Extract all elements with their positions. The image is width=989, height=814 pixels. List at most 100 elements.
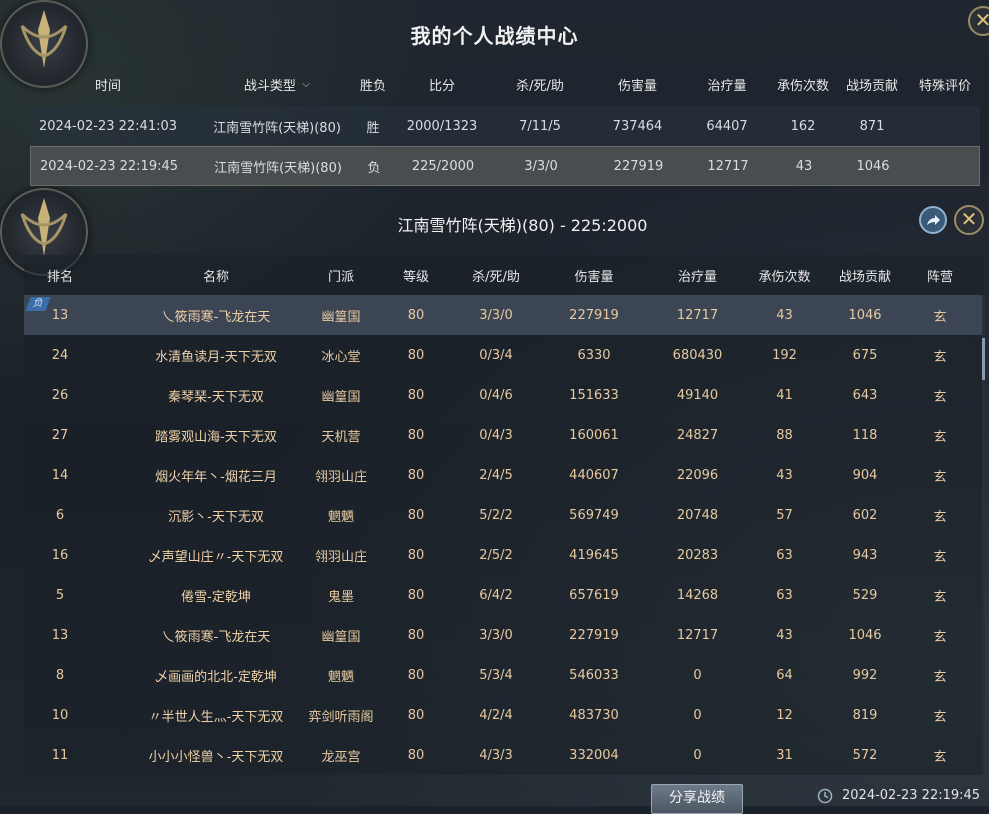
player-taken: 57 [776,507,793,523]
player-camp: 玄 [933,389,947,405]
history-row-selected[interactable]: 2024-02-23 22:19:45 江南雪竹阵(天梯)(80) 负 225/… [30,146,980,186]
player-kda: 4/3/3 [479,747,513,763]
player-contrib: 118 [852,427,878,443]
history-type: 江南雪竹阵(天梯)(80) [213,120,341,136]
player-damage: 546033 [569,667,619,683]
player-sect: 弈剑听雨阁 [308,709,374,725]
player-heal: 22096 [676,467,719,483]
player-damage: 419645 [569,547,619,563]
player-level: 80 [407,347,425,363]
player-sect: 翎羽山庄 [314,549,367,565]
history-header-time: 时间 [94,78,121,94]
player-row[interactable]: 13 乀筱雨寒-飞龙在天 幽篁国 80 3/3/0 227919 12717 4… [24,615,984,655]
player-heal: 0 [693,667,702,683]
close-icon[interactable]: ✕ [954,205,984,235]
player-kda: 4/2/4 [479,707,513,723]
player-taken: 192 [772,347,797,363]
history-time: 2024-02-23 22:19:45 [39,158,179,174]
history-damage: 737464 [612,118,663,134]
player-level: 80 [407,747,425,763]
player-damage: 227919 [569,627,619,643]
player-taken: 31 [776,747,793,763]
player-sect: 魍魉 [327,509,354,525]
detail-header-taken: 承伤次数 [758,269,811,285]
history-header-type[interactable]: 战斗类型 ⌵ [186,62,368,106]
player-row[interactable]: 8 乄画画的北北-定乾坤 魍魉 80 5/3/4 546033 0 64 992… [24,655,984,695]
player-sect: 幽篁国 [321,389,361,405]
detail-header-sect: 门派 [327,269,354,285]
player-heal: 49140 [676,387,719,403]
player-name: 乀筱雨寒-飞龙在天 [161,629,271,645]
player-row[interactable]: 27 踏雾观山海-天下无双 天机营 80 0/4/3 160061 24827 … [24,415,984,455]
player-name: 乄声望山庄〃-天下无双 [148,549,284,565]
detail-header-camp: 阵营 [926,269,953,285]
history-header-damage: 伤害量 [617,78,657,94]
player-sect: 天机营 [321,429,361,445]
player-heal: 24827 [676,427,719,443]
player-heal: 14268 [676,587,719,603]
player-rank: 8 [55,667,65,683]
history-time: 2024-02-23 22:41:03 [38,118,178,134]
player-row[interactable]: 11 小小小怪兽丶-天下无双 龙巫宫 80 4/3/3 332004 0 31 … [24,735,984,775]
player-level: 80 [407,667,425,683]
player-row[interactable]: 10 〃半世人生灬-天下无双 弈剑听雨阁 80 4/2/4 483730 0 1… [24,695,984,735]
player-taken: 43 [776,307,793,323]
history-header-eval: 特殊评价 [918,78,971,94]
detail-header-row: 排名 名称 门派 等级 杀/死/助 伤害量 治疗量 承伤次数 战场贡献 阵营 [24,255,984,295]
player-rank: 13 [51,307,69,323]
player-name: 烟火年年丶-烟花三月 [155,469,277,485]
player-row[interactable]: 14 烟火年年丶-烟花三月 翎羽山庄 80 2/4/5 440607 22096… [24,455,984,495]
history-eval [911,147,981,185]
match-detail-table: 排名 名称 门派 等级 杀/死/助 伤害量 治疗量 承伤次数 战场贡献 阵营 负… [24,255,984,775]
player-heal: 20748 [676,507,719,523]
player-taken: 64 [776,667,793,683]
player-contrib: 992 [852,667,878,683]
player-heal: 12717 [676,627,719,643]
player-heal: 0 [693,707,702,723]
player-camp: 玄 [933,669,947,685]
player-camp: 玄 [933,429,947,445]
history-header-result: 胜负 [360,78,387,94]
player-sect: 冰心堂 [321,349,361,365]
player-damage: 151633 [569,387,619,403]
clock-icon [817,788,833,804]
player-rank: 13 [51,627,69,643]
player-row[interactable]: 16 乄声望山庄〃-天下无双 翎羽山庄 80 2/5/2 419645 2028… [24,535,984,575]
player-level: 80 [407,627,425,643]
player-name: 沉影丶-天下无双 [168,509,264,525]
player-contrib: 675 [852,347,878,363]
player-row[interactable]: 26 秦琴琹-天下无双 幽篁国 80 0/4/6 151633 49140 41… [24,375,984,415]
player-rank: 6 [55,507,65,523]
player-name: 踏雾观山海-天下无双 [155,429,277,445]
player-level: 80 [407,507,425,523]
share-record-button[interactable]: 分享战绩 [651,784,743,814]
player-row[interactable]: 24 水清鱼读月-天下无双 冰心堂 80 0/3/4 6330 680430 1… [24,335,984,375]
history-heal: 64407 [706,118,748,134]
scrollbar-thumb[interactable] [982,338,985,380]
player-taken: 12 [776,707,793,723]
detail-header-kda: 杀/死/助 [472,269,520,285]
player-rank: 24 [51,347,69,363]
history-row[interactable]: 2024-02-23 22:41:03 江南雪竹阵(天梯)(80) 胜 2000… [30,106,980,146]
history-header-contrib: 战场贡献 [845,78,898,94]
player-sect: 幽篁国 [321,629,361,645]
player-level: 80 [407,307,425,323]
player-row-self[interactable]: 负 13 乀筱雨寒-飞龙在天 幽篁国 80 3/3/0 227919 12717… [24,295,984,335]
player-rank: 5 [55,587,65,603]
player-contrib: 1046 [848,627,882,643]
history-eval [910,106,980,146]
player-rank: 26 [51,387,69,403]
player-kda: 5/3/4 [479,667,513,683]
detail-header-damage: 伤害量 [574,269,614,285]
chevron-down-icon[interactable]: ⌵ [302,77,310,91]
battle-history-table: 时间 战斗类型 ⌵ 胜负 比分 杀/死/助 伤害量 治疗量 承伤次数 战场贡献 … [30,62,980,186]
player-taken: 43 [776,627,793,643]
detail-header-heal: 治疗量 [677,269,717,285]
share-icon[interactable] [919,206,947,234]
player-taken: 63 [776,547,793,563]
player-row[interactable]: 6 沉影丶-天下无双 魍魉 80 5/2/2 569749 20748 57 6… [24,495,984,535]
player-row[interactable]: 5 倦雪-定乾坤 鬼墨 80 6/4/2 657619 14268 63 529… [24,575,984,615]
player-taken: 41 [776,387,793,403]
player-kda: 6/4/2 [479,587,513,603]
player-rank: 14 [51,467,69,483]
